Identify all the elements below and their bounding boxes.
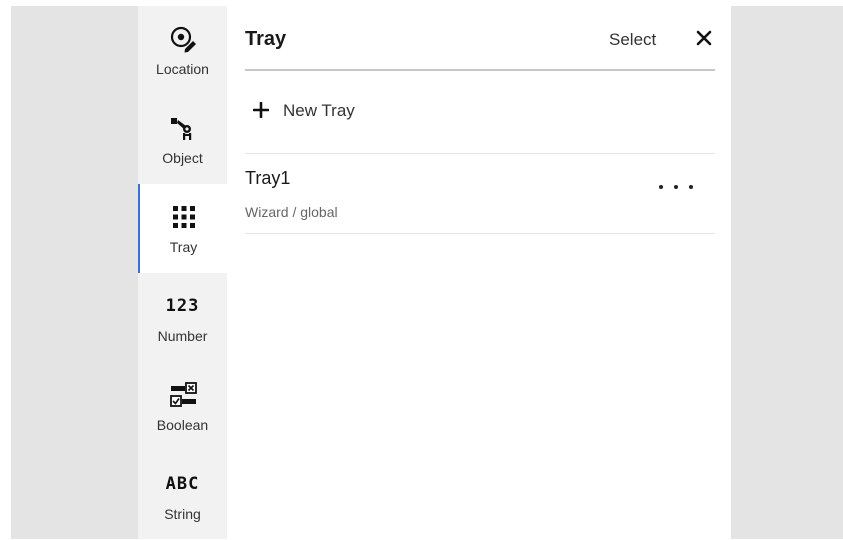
boolean-toggle-icon [168,380,198,410]
variable-type-rail: Location Object Tray 123 Number Boolean … [138,6,227,539]
more-dot [659,185,663,189]
new-tray-button[interactable]: New Tray [245,69,715,154]
sidebar-item-tray[interactable]: Tray [138,184,227,273]
backdrop-left [11,6,138,539]
tray-panel: Tray Select New Tray Tray1 Wizard / glob… [227,6,731,539]
sidebar-item-label: Boolean [156,417,209,433]
robot-gripper-icon [168,113,198,143]
backdrop-right [731,6,843,539]
plus-icon [253,102,269,118]
sidebar-item-label: Object [162,150,203,166]
sidebar-item-label: Tray [169,239,198,255]
page-title: Tray [245,28,287,50]
sidebar-item-location[interactable]: Location [138,6,227,95]
sidebar-item-number[interactable]: 123 Number [138,273,227,362]
close-icon [696,30,712,46]
location-icon [168,24,198,54]
sidebar-item-label: String [164,506,201,522]
close-button[interactable] [692,23,716,53]
panel-header: Tray Select [245,6,715,71]
select-button[interactable]: Select [609,30,656,50]
tray-name: Tray1 [245,168,291,188]
more-options-button[interactable] [659,175,693,199]
tray-subtitle: Wizard / global [245,204,338,220]
more-dot [674,185,678,189]
more-dot [689,185,693,189]
sidebar-item-boolean[interactable]: Boolean [138,362,227,451]
sidebar-item-object[interactable]: Object [138,95,227,184]
sidebar-item-label: Number [157,328,208,344]
new-tray-label: New Tray [283,101,355,120]
string-icon: ABC [165,474,200,494]
list-item[interactable]: Tray1 Wizard / global [245,153,715,234]
number-icon: 123 [165,296,200,316]
grid-dots-icon [169,202,199,232]
sidebar-item-string[interactable]: ABC String [138,451,227,540]
sidebar-item-label: Location [156,61,209,77]
